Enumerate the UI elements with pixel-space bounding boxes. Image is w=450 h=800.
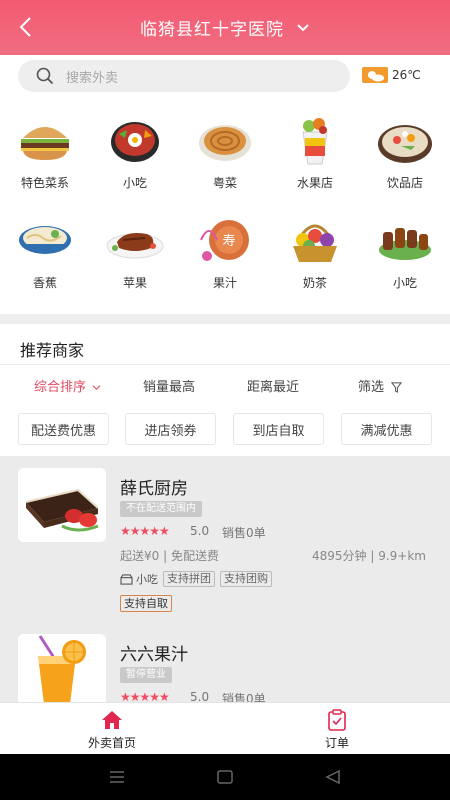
nav-label: 外卖首页 (87, 736, 136, 750)
chocolate-cake-icon (18, 468, 106, 542)
sort-tab-comprehensive[interactable]: 综合排序 (34, 376, 101, 395)
merchant-category: 小吃 (136, 573, 158, 586)
nav-item-home[interactable]: 外卖首页 (62, 709, 162, 751)
merchant-list[interactable]: 薛氏厨房 不在配送范围内 ★★★★★ 5.0 销售0单 起送¥0 | 免配送费 … (0, 456, 450, 702)
tag-team-purchase: 支持团购 (220, 571, 272, 587)
category-item[interactable]: 特色菜系 (0, 110, 90, 200)
merchant-name[interactable]: 薛氏厨房 (120, 474, 188, 499)
bibimbap-icon (111, 122, 159, 162)
filter-chip-full-reduction[interactable]: 满减优惠 (341, 413, 432, 445)
sort-tab-sales[interactable]: 销量最高 (143, 376, 195, 395)
category-label: 粤菜 (212, 176, 237, 190)
merchant-status-badge: 暂停营业 (120, 667, 172, 683)
home-square-icon[interactable] (216, 768, 234, 786)
category-grid: 特色菜系 小吃 粤菜 水果店 饮品店 香蕉 苹果 寿 果汁 奶茶 小吃 (0, 110, 450, 310)
sort-tab-label: 综合排序 (34, 380, 87, 395)
category-label: 香蕉 (32, 276, 57, 290)
category-item[interactable]: 香蕉 (0, 210, 90, 300)
sun-cloud-icon (362, 67, 388, 83)
cake-icon: 寿 (200, 220, 249, 261)
category-item[interactable]: 粤菜 (180, 110, 270, 200)
svg-text:寿: 寿 (222, 234, 235, 249)
category-item[interactable]: 寿 果汁 (180, 210, 270, 300)
pancake-icon (199, 125, 251, 161)
order-list-icon (328, 709, 346, 731)
divider-line (0, 364, 450, 365)
filter-icon (391, 382, 403, 393)
filter-chip-pickup[interactable]: 到店自取 (233, 413, 324, 445)
merchant-thumbnail (18, 468, 106, 542)
category-item[interactable]: 饮品店 (360, 110, 450, 200)
category-item[interactable]: 苹果 (90, 210, 180, 300)
fruit-basket-icon (293, 224, 337, 262)
page-title[interactable]: 临猗县红十字医院 (140, 15, 284, 40)
back-arrow-icon[interactable] (14, 14, 38, 40)
search-input[interactable]: 搜索外卖 (18, 60, 350, 92)
category-item[interactable]: 小吃 (90, 110, 180, 200)
system-nav-bar (0, 754, 450, 800)
merchant-tags: 小吃 支持拼团 支持团购 (120, 571, 272, 587)
weather-widget: 26℃ (362, 67, 421, 83)
shop-icon (120, 573, 133, 585)
noodle-bowl-icon (19, 226, 71, 254)
distance-info: 4895分钟 | 9.9+km (312, 549, 426, 563)
weather-temp: 26℃ (392, 68, 421, 82)
category-label: 果汁 (212, 276, 237, 290)
category-label: 水果店 (296, 176, 333, 190)
section-title: 推荐商家 (20, 341, 85, 360)
chevron-down-icon (92, 385, 101, 391)
rating-stars: ★★★★★ (120, 690, 170, 702)
section-divider (0, 314, 450, 324)
back-triangle-icon[interactable] (324, 768, 342, 786)
fruit-cup-icon (302, 118, 328, 165)
sort-tab-label: 筛选 (358, 380, 385, 395)
search-placeholder: 搜索外卖 (66, 70, 119, 86)
steak-icon (106, 233, 164, 259)
category-label: 小吃 (392, 276, 417, 290)
category-item[interactable]: 水果店 (270, 110, 360, 200)
juice-icon (18, 634, 106, 702)
hotpot-icon (378, 125, 432, 163)
delivery-info: 起送¥0 | 免配送费 (120, 549, 219, 563)
category-label: 特色菜系 (20, 176, 69, 190)
sales-count: 销售0单 (222, 526, 266, 540)
rating-score: 5.0 (190, 524, 210, 538)
category-label: 饮品店 (386, 176, 423, 190)
app-header: 临猗县红十字医院 (0, 0, 450, 55)
rating-score: 5.0 (190, 690, 210, 702)
tag-self-pickup: 支持自取 (120, 595, 172, 612)
nav-label: 订单 (324, 736, 349, 750)
category-label: 奶茶 (302, 276, 327, 290)
category-label: 小吃 (122, 176, 147, 190)
merchant-thumbnail (18, 634, 106, 702)
category-label: 苹果 (122, 276, 147, 290)
search-icon (36, 67, 54, 85)
filter-chip-coupon[interactable]: 进店领券 (125, 413, 216, 445)
search-row: 搜索外卖 26℃ (0, 55, 450, 97)
sales-count: 销售0单 (222, 692, 266, 702)
category-item[interactable]: 奶茶 (270, 210, 360, 300)
burger-icon (21, 127, 69, 160)
rating-stars: ★★★★★ (120, 524, 170, 538)
nav-item-orders[interactable]: 订单 (287, 709, 387, 751)
sort-bar: 综合排序 销量最高 距离最近 筛选 (0, 366, 450, 404)
merchant-name[interactable]: 六六果汁 (120, 640, 188, 665)
menu-icon[interactable] (108, 768, 126, 786)
bottom-nav: 外卖首页 订单 (0, 702, 450, 754)
sort-tab-distance[interactable]: 距离最近 (247, 376, 299, 395)
sort-tab-filter[interactable]: 筛选 (358, 376, 403, 395)
skewers-icon (379, 228, 431, 260)
merchant-status-badge: 不在配送范围内 (120, 501, 202, 517)
chevron-down-icon[interactable] (296, 23, 310, 33)
home-icon (102, 711, 122, 729)
filter-chip-delivery-discount[interactable]: 配送费优惠 (18, 413, 109, 445)
tag-group-buy: 支持拼团 (163, 571, 215, 587)
category-item[interactable]: 小吃 (360, 210, 450, 300)
